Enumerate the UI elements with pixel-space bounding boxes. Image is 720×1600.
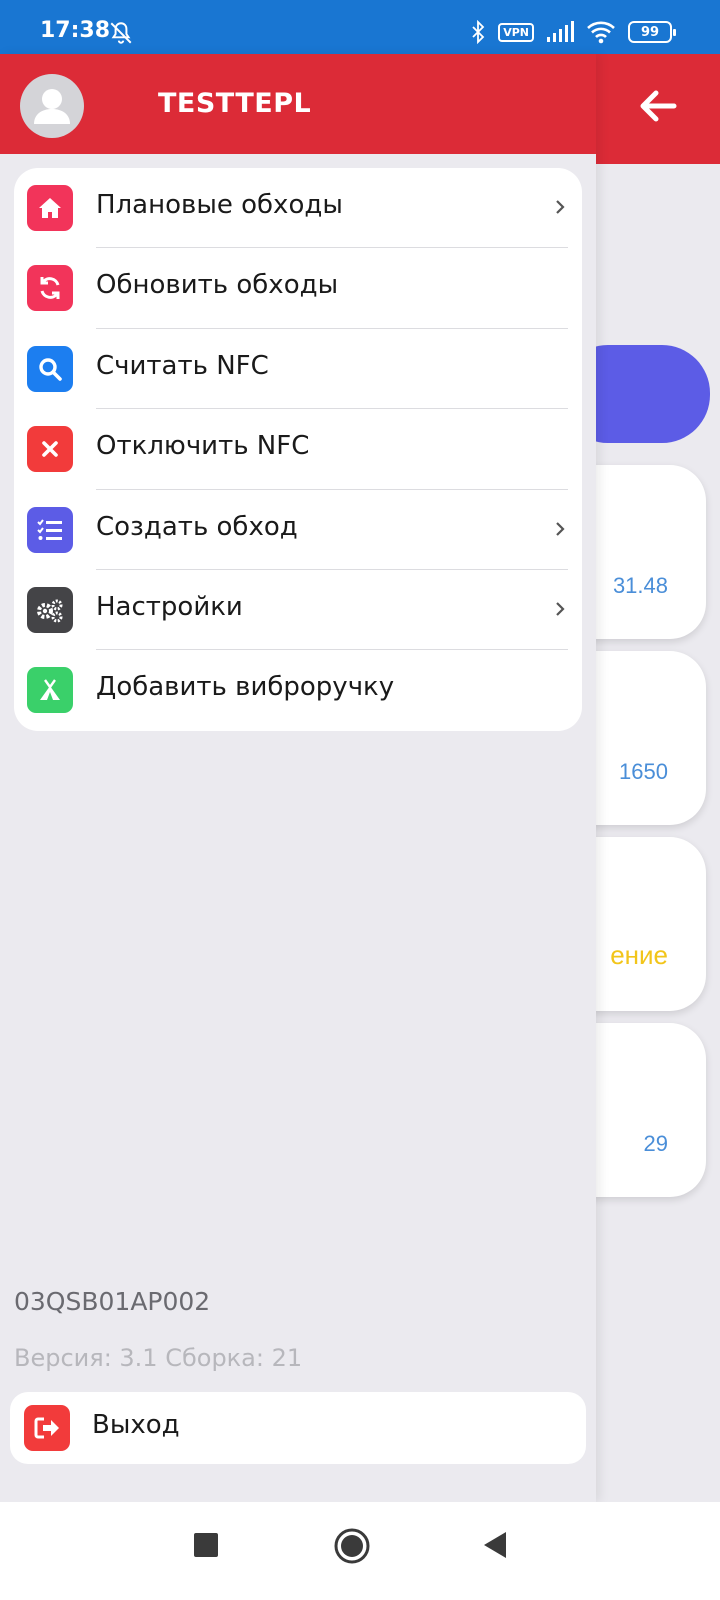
menu-item-label: Считать NFC	[96, 350, 269, 381]
avatar[interactable]	[20, 74, 84, 138]
system-navigation-bar	[0, 1502, 720, 1600]
navigation-drawer: TESTTEPL Плановые обходы Обновить обходы	[0, 54, 596, 1502]
back-arrow-icon[interactable]	[636, 84, 680, 128]
chevron-right-icon	[556, 521, 565, 536]
gears-icon	[27, 586, 73, 633]
menu-item-label: Настройки	[96, 591, 243, 622]
vpn-badge: VPN	[498, 22, 534, 42]
back-button[interactable]	[482, 1530, 508, 1560]
refresh-icon	[27, 265, 73, 312]
menu-item-create-round[interactable]: Создать обход	[14, 490, 582, 570]
drawer-menu: Плановые обходы Обновить обходы Считать …	[14, 168, 582, 731]
logout-label: Выход	[92, 1410, 180, 1440]
tent-icon	[27, 667, 73, 714]
menu-item-add-vibro-handle[interactable]: Добавить виброручку	[14, 650, 582, 730]
battery-indicator: 99	[628, 21, 676, 43]
status-time: 17:38	[40, 18, 111, 43]
menu-item-settings[interactable]: Настройки	[14, 570, 582, 651]
card-value: ение	[610, 940, 668, 970]
menu-item-read-nfc[interactable]: Считать NFC	[14, 329, 582, 410]
menu-item-label: Добавить виброручку	[96, 672, 395, 703]
wifi-icon	[587, 21, 615, 44]
home-icon	[27, 185, 73, 231]
app-version: Версия: 3.1 Сборка: 21	[14, 1344, 303, 1372]
menu-item-label: Обновить обходы	[96, 270, 339, 301]
search-icon	[27, 345, 73, 392]
checklist-icon	[27, 506, 73, 553]
drawer-header: TESTTEPL	[0, 54, 596, 154]
user-icon	[34, 89, 70, 124]
chevron-right-icon	[556, 602, 565, 616]
menu-item-disable-nfc[interactable]: Отключить NFC	[14, 409, 582, 490]
bell-off-icon	[110, 22, 132, 44]
chevron-right-icon	[556, 200, 565, 214]
logout-icon	[24, 1405, 70, 1451]
menu-item-label: Плановые обходы	[96, 190, 343, 220]
recents-button[interactable]	[193, 1532, 219, 1558]
logout-button[interactable]: Выход	[10, 1392, 586, 1464]
close-icon	[27, 426, 73, 473]
card-value: 29	[643, 1131, 668, 1156]
username: TESTTEPL	[158, 88, 312, 119]
home-button[interactable]	[334, 1528, 370, 1564]
device-id: 03QSB01AP002	[14, 1287, 211, 1316]
menu-item-label: Создать обход	[96, 511, 298, 542]
signal-icon	[547, 21, 574, 42]
status-bar: 17:38 VPN 99	[0, 0, 720, 54]
menu-item-refresh-rounds[interactable]: Обновить обходы	[14, 248, 582, 329]
bluetooth-icon	[472, 20, 485, 44]
menu-item-planned-rounds[interactable]: Плановые обходы	[14, 168, 582, 249]
menu-item-label: Отключить NFC	[96, 431, 310, 462]
card-value: 1650	[619, 759, 668, 784]
card-value: 31.48	[612, 573, 668, 598]
